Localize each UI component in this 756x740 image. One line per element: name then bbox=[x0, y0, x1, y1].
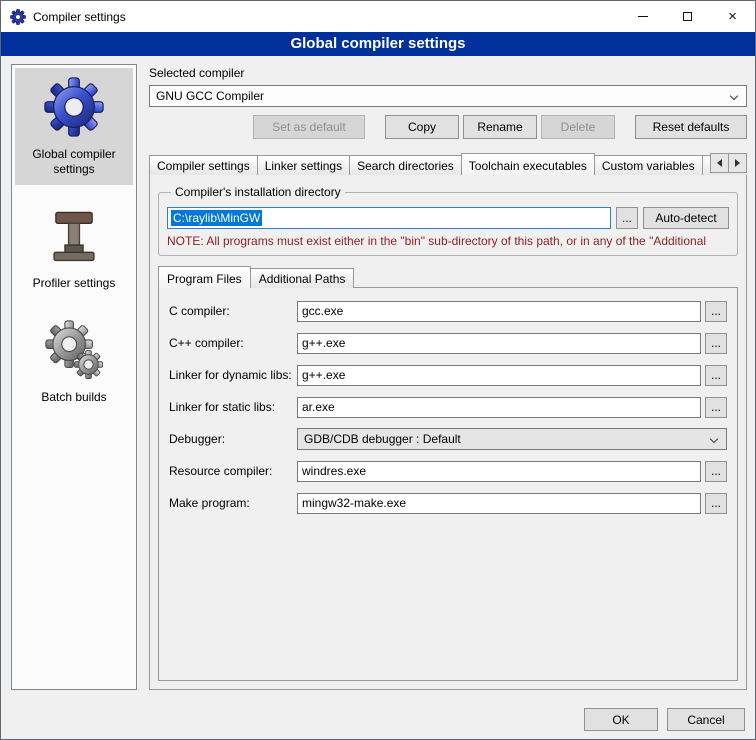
debugger-select[interactable]: GDB/CDB debugger : Default bbox=[297, 428, 727, 450]
close-button[interactable]: × bbox=[710, 1, 755, 32]
compiler-buttons-row: Set as default Copy Rename Delete Reset … bbox=[149, 115, 747, 139]
banner-title: Global compiler settings bbox=[1, 32, 755, 56]
main-area: Selected compiler GNU GCC Compiler Set a… bbox=[149, 64, 747, 690]
toolchain-executables-panel: Compiler's installation directory C:\ray… bbox=[149, 174, 747, 690]
browse-cpp-compiler-button[interactable]: ... bbox=[705, 333, 727, 354]
field-row-linker-dynamic: Linker for dynamic libs: ... bbox=[169, 364, 727, 386]
cpp-compiler-input[interactable] bbox=[297, 333, 701, 354]
sidebar-item-label: Profiler settings bbox=[33, 276, 116, 291]
browse-install-dir-button[interactable]: ... bbox=[616, 207, 638, 229]
make-program-input[interactable] bbox=[297, 493, 701, 514]
sidebar-item-profiler-settings[interactable]: Profiler settings bbox=[15, 197, 133, 299]
install-dir-selected-text: C:\raylib\MinGW bbox=[171, 210, 262, 226]
browse-resource-compiler-button[interactable]: ... bbox=[705, 461, 727, 482]
sidebar-item-label: Global compiler settings bbox=[18, 147, 130, 177]
tab-custom-variables[interactable]: Custom variables bbox=[594, 155, 703, 175]
browse-linker-dynamic-button[interactable]: ... bbox=[705, 365, 727, 386]
tab-linker-settings[interactable]: Linker settings bbox=[257, 155, 350, 175]
sub-tab-strip: Program Files Additional Paths bbox=[158, 266, 738, 288]
subtab-program-files[interactable]: Program Files bbox=[158, 266, 251, 288]
gray-gears-icon bbox=[43, 319, 105, 381]
field-row-cpp-compiler: C++ compiler: ... bbox=[169, 332, 727, 354]
linker-static-input[interactable] bbox=[297, 397, 701, 418]
cpp-compiler-label: C++ compiler: bbox=[169, 336, 297, 350]
arrow-left-icon bbox=[717, 159, 722, 167]
sidebar-item-batch-builds[interactable]: Batch builds bbox=[15, 311, 133, 413]
app-gear-icon bbox=[10, 9, 26, 25]
arrow-right-icon bbox=[735, 159, 740, 167]
debugger-select-value: GDB/CDB debugger : Default bbox=[304, 432, 461, 446]
maximize-button[interactable] bbox=[665, 1, 710, 32]
copy-button[interactable]: Copy bbox=[385, 115, 459, 139]
sidebar-item-label: Batch builds bbox=[41, 390, 106, 405]
dialog-footer: OK Cancel bbox=[584, 708, 745, 731]
tab-search-directories[interactable]: Search directories bbox=[349, 155, 462, 175]
blue-gear-icon bbox=[43, 76, 105, 138]
tabs: Compiler settings Linker settings Search… bbox=[149, 153, 747, 175]
minimize-icon bbox=[638, 16, 648, 17]
selected-compiler-label: Selected compiler bbox=[149, 66, 747, 81]
linker-dynamic-label: Linker for dynamic libs: bbox=[169, 368, 297, 382]
delete-button[interactable]: Delete bbox=[541, 115, 615, 139]
set-as-default-button[interactable]: Set as default bbox=[253, 115, 365, 139]
browse-c-compiler-button[interactable]: ... bbox=[705, 301, 727, 322]
compiler-select-value: GNU GCC Compiler bbox=[156, 89, 264, 103]
field-row-linker-static: Linker for static libs: ... bbox=[169, 396, 727, 418]
browse-make-program-button[interactable]: ... bbox=[705, 493, 727, 514]
subtab-additional-paths[interactable]: Additional Paths bbox=[250, 268, 355, 288]
c-compiler-input[interactable] bbox=[297, 301, 701, 322]
field-row-debugger: Debugger: GDB/CDB debugger : Default bbox=[169, 428, 727, 450]
installation-directory-group: Compiler's installation directory C:\ray… bbox=[158, 185, 738, 256]
tab-scroll-right-button[interactable] bbox=[728, 153, 747, 173]
chevron-down-icon bbox=[710, 435, 718, 443]
autodetect-button[interactable]: Auto-detect bbox=[643, 207, 729, 229]
tab-strip: Compiler settings Linker settings Search… bbox=[149, 153, 747, 175]
c-compiler-label: C compiler: bbox=[169, 304, 297, 318]
resource-compiler-input[interactable] bbox=[297, 461, 701, 482]
maximize-icon bbox=[683, 12, 692, 21]
tab-toolchain-executables[interactable]: Toolchain executables bbox=[461, 153, 595, 175]
install-dir-input[interactable]: C:\raylib\MinGW bbox=[167, 207, 611, 229]
field-row-c-compiler: C compiler: ... bbox=[169, 300, 727, 322]
tab-scroll-buttons bbox=[711, 153, 747, 173]
resource-compiler-label: Resource compiler: bbox=[169, 464, 297, 478]
ok-button[interactable]: OK bbox=[584, 708, 658, 731]
dialog-body: Global compiler settings Profiler settin… bbox=[1, 56, 755, 690]
tab-scroll-left-button[interactable] bbox=[710, 153, 729, 173]
field-row-make-program: Make program: ... bbox=[169, 492, 727, 514]
debugger-label: Debugger: bbox=[169, 432, 297, 446]
rename-button[interactable]: Rename bbox=[463, 115, 537, 139]
linker-static-label: Linker for static libs: bbox=[169, 400, 297, 414]
make-program-label: Make program: bbox=[169, 496, 297, 510]
close-icon: × bbox=[728, 9, 737, 24]
note-text: NOTE: All programs must exist either in … bbox=[167, 234, 729, 248]
linker-dynamic-input[interactable] bbox=[297, 365, 701, 386]
window-title: Compiler settings bbox=[33, 10, 126, 24]
browse-linker-static-button[interactable]: ... bbox=[705, 397, 727, 418]
program-files-panel: C compiler: ... C++ compiler: ... bbox=[158, 287, 738, 681]
compiler-settings-window: Compiler settings × Global compiler sett… bbox=[0, 0, 756, 740]
title-bar: Compiler settings × bbox=[1, 1, 755, 32]
sidebar-item-global-compiler-settings[interactable]: Global compiler settings bbox=[15, 68, 133, 185]
compiler-select[interactable]: GNU GCC Compiler bbox=[149, 85, 747, 107]
minimize-button[interactable] bbox=[620, 1, 665, 32]
installation-directory-group-title: Compiler's installation directory bbox=[171, 185, 345, 199]
profiler-tool-icon bbox=[45, 205, 103, 267]
cancel-button[interactable]: Cancel bbox=[667, 708, 745, 731]
field-row-resource-compiler: Resource compiler: ... bbox=[169, 460, 727, 482]
installation-directory-row: C:\raylib\MinGW ... Auto-detect bbox=[167, 207, 729, 229]
tab-compiler-settings[interactable]: Compiler settings bbox=[149, 155, 258, 175]
chevron-down-icon bbox=[730, 91, 738, 99]
reset-defaults-button[interactable]: Reset defaults bbox=[635, 115, 747, 139]
settings-sidebar: Global compiler settings Profiler settin… bbox=[11, 64, 137, 690]
